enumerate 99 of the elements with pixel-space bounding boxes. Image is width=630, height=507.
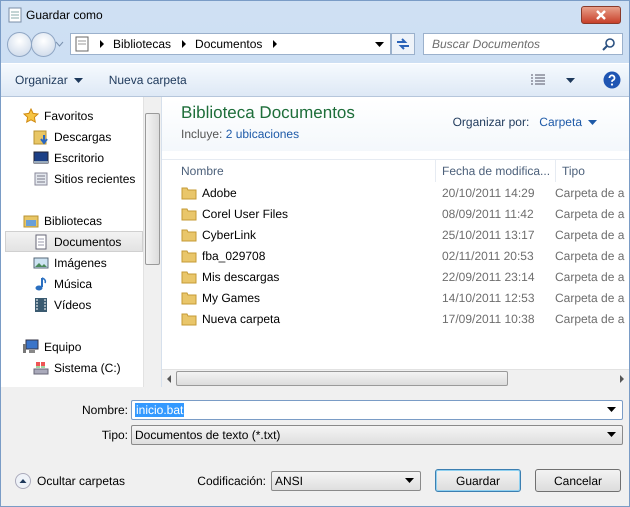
sidebar-item[interactable]: Imágenes bbox=[1, 252, 143, 273]
collapse-icon bbox=[15, 472, 31, 488]
column-header[interactable]: Fecha de modifica... bbox=[435, 160, 555, 182]
document-icon bbox=[33, 234, 49, 250]
folder-icon bbox=[181, 206, 197, 220]
caret-icon bbox=[588, 120, 597, 124]
sidebar-item[interactable]: Bibliotecas bbox=[1, 210, 143, 231]
monitor-icon bbox=[33, 150, 49, 166]
table-cell-text: Carpeta de a bbox=[555, 270, 626, 284]
table-cell-text: Carpeta de a bbox=[555, 312, 626, 326]
horizontal-scrollbar[interactable] bbox=[162, 369, 629, 387]
save-button[interactable]: Guardar bbox=[435, 469, 521, 492]
folder-icon bbox=[181, 228, 197, 242]
drive-icon bbox=[33, 360, 49, 376]
library-title: Biblioteca Documentos bbox=[181, 103, 355, 123]
file-name[interactable]: fba_029708 bbox=[202, 248, 266, 262]
sidebar-item[interactable]: Música bbox=[1, 273, 143, 294]
file-name[interactable]: My Games bbox=[202, 290, 260, 304]
dropdown-caret-icon bbox=[607, 432, 616, 437]
help-icon bbox=[603, 71, 621, 89]
encoding-dropdown[interactable]: ANSI bbox=[271, 470, 421, 490]
table-cell-text: 22/09/2011 23:14 bbox=[441, 270, 536, 284]
breadcrumb-item[interactable]: Bibliotecas bbox=[113, 37, 172, 51]
encoding-label: Codificación: bbox=[197, 474, 266, 488]
sidebar-item[interactable]: Vídeos bbox=[1, 294, 143, 315]
breadcrumb-item[interactable]: Documentos bbox=[195, 37, 262, 51]
computer-icon bbox=[23, 338, 39, 354]
scroll-left-icon bbox=[166, 374, 172, 382]
close-button[interactable] bbox=[581, 6, 621, 24]
recent-places-icon bbox=[33, 170, 49, 186]
table-cell-text: Carpeta de a bbox=[555, 186, 626, 200]
scroll-right-icon bbox=[619, 374, 625, 382]
refresh-icon bbox=[395, 37, 411, 51]
table-cell-text: 25/10/2011 13:17 bbox=[441, 228, 536, 242]
chevron-icon bbox=[272, 40, 278, 48]
caret-icon bbox=[74, 78, 83, 82]
close-icon bbox=[595, 10, 607, 20]
hide-folders-button[interactable]: Ocultar carpetas bbox=[15, 472, 126, 488]
sidebar-item[interactable]: Documentos bbox=[5, 231, 143, 252]
cancel-button[interactable]: Cancelar bbox=[535, 469, 621, 492]
file-type-dropdown[interactable]: Documentos de texto (*.txt) bbox=[131, 424, 623, 444]
help-button[interactable] bbox=[603, 71, 621, 89]
sidebar-item[interactable]: Favoritos bbox=[1, 105, 143, 126]
file-type-label: Tipo: bbox=[100, 428, 129, 442]
includes-label: Incluye: bbox=[181, 127, 222, 141]
folder-icon bbox=[181, 312, 197, 326]
sidebar-item[interactable]: Escritorio bbox=[1, 147, 143, 168]
notepad-icon bbox=[8, 7, 22, 23]
film-icon bbox=[33, 296, 49, 312]
table-cell-text: Carpeta de a bbox=[555, 248, 626, 262]
search-field[interactable]: Buscar Documentos bbox=[423, 33, 623, 55]
table-cell-text: Carpeta de a bbox=[555, 290, 626, 304]
sidebar-item[interactable]: Descargas bbox=[1, 126, 143, 147]
folder-icon bbox=[181, 270, 197, 284]
chevron-icon bbox=[181, 40, 188, 48]
column-header[interactable]: Tipo bbox=[555, 160, 629, 182]
window-title: Guardar como bbox=[26, 8, 104, 22]
library-folder-icon bbox=[23, 212, 39, 228]
chevron-icon bbox=[99, 40, 105, 48]
vertical-scrollbar[interactable] bbox=[143, 97, 161, 387]
folder-icon bbox=[181, 248, 197, 262]
caret-icon bbox=[566, 78, 575, 82]
arrange-by-dropdown[interactable]: Carpeta bbox=[539, 115, 597, 129]
table-cell-text: Carpeta de a bbox=[555, 228, 626, 242]
picture-icon bbox=[33, 254, 49, 270]
table-cell-text: 08/09/2011 11:42 bbox=[441, 206, 535, 220]
table-cell-text: 17/09/2011 10:38 bbox=[441, 312, 536, 326]
dropdown-caret-icon bbox=[607, 407, 616, 412]
dropdown-caret-icon bbox=[405, 478, 414, 483]
file-name[interactable]: Mis descargas bbox=[202, 270, 280, 284]
organize-menu-button[interactable]: Organizar bbox=[9, 70, 89, 90]
file-name[interactable]: Nueva carpeta bbox=[202, 312, 280, 326]
file-name[interactable]: CyberLink bbox=[202, 228, 256, 242]
refresh-button[interactable] bbox=[391, 33, 415, 55]
folder-icon bbox=[181, 186, 197, 200]
folder-icon bbox=[181, 290, 197, 304]
file-name-label: Nombre: bbox=[80, 402, 129, 416]
download-folder-icon bbox=[33, 128, 49, 144]
file-name[interactable]: Corel User Files bbox=[202, 206, 288, 220]
sidebar-item[interactable]: Sistema (C:) bbox=[1, 357, 143, 378]
music-note-icon bbox=[33, 276, 49, 292]
address-bar[interactable]: Bibliotecas Documentos bbox=[70, 33, 391, 55]
details-view-icon bbox=[530, 74, 546, 86]
locations-link[interactable]: 2 ubicaciones bbox=[226, 127, 300, 141]
document-icon bbox=[75, 36, 89, 52]
table-cell-text: 14/10/2011 12:53 bbox=[441, 290, 536, 304]
table-cell-text: 02/11/2011 20:53 bbox=[441, 248, 535, 262]
file-name[interactable]: Adobe bbox=[202, 186, 237, 200]
column-header[interactable]: Nombre bbox=[162, 160, 435, 182]
history-caret-icon bbox=[55, 41, 64, 47]
star-icon bbox=[23, 108, 39, 124]
table-cell-text: 20/10/2011 14:29 bbox=[441, 186, 536, 200]
dropdown-caret-icon bbox=[375, 42, 384, 46]
sidebar-item[interactable]: Sitios recientes bbox=[1, 168, 143, 189]
arrange-by-label: Organizar por: bbox=[452, 115, 530, 129]
sidebar-item[interactable]: Equipo bbox=[1, 336, 143, 357]
search-icon bbox=[602, 37, 616, 51]
new-folder-button[interactable]: Nueva carpeta bbox=[102, 70, 193, 90]
table-cell-text: Carpeta de a bbox=[555, 206, 626, 220]
